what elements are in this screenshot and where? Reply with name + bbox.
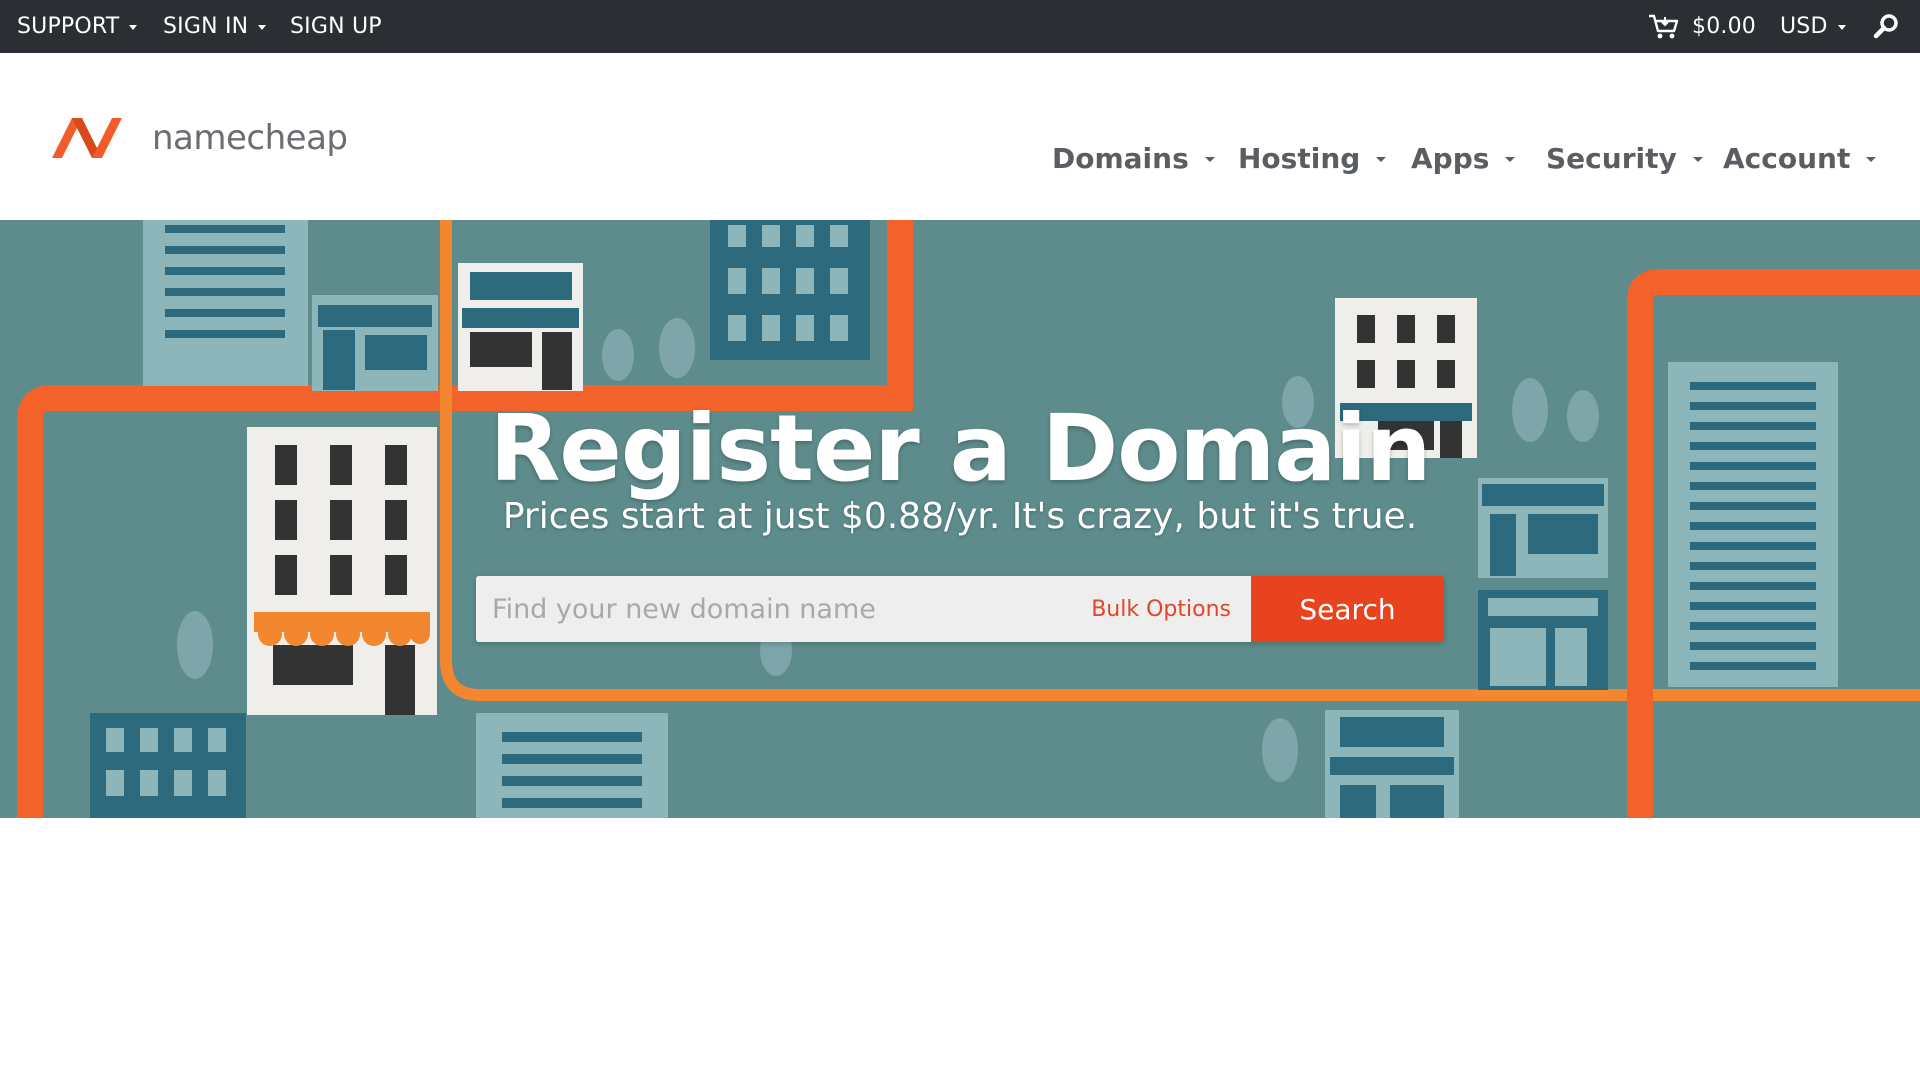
search-toggle[interactable]: [1872, 0, 1900, 53]
search-icon: [1872, 13, 1900, 41]
domain-search-form: Bulk Options Search: [476, 576, 1444, 642]
sign-in-menu[interactable]: SIGN IN: [163, 0, 267, 53]
main-header: namecheap Domains Hosting Apps Security …: [0, 53, 1920, 220]
sign-up-label: SIGN UP: [290, 14, 382, 39]
namecheap-logo-text: namecheap: [152, 118, 348, 158]
chevron-down-icon: [1204, 156, 1215, 162]
chevron-down-icon: [258, 25, 267, 30]
sign-up-link[interactable]: SIGN UP: [290, 0, 382, 53]
support-menu[interactable]: SUPPORT: [17, 0, 138, 53]
chevron-down-icon: [1692, 156, 1703, 162]
chevron-down-icon: [1866, 156, 1877, 162]
nav-security[interactable]: Security: [1546, 133, 1703, 183]
hero-subtitle: Prices start at just $0.88/yr. It's craz…: [502, 496, 1418, 537]
nav-security-label: Security: [1546, 141, 1677, 175]
domain-search-input[interactable]: [476, 576, 1076, 642]
cart-link[interactable]: $0.00: [1648, 0, 1756, 53]
nav-apps[interactable]: Apps: [1411, 133, 1516, 183]
cart-icon: [1648, 13, 1680, 41]
nav-domains-label: Domains: [1052, 141, 1189, 175]
namecheap-logo-mark: [48, 110, 140, 166]
hero-banner: Register a Domain Prices start at just $…: [0, 220, 1920, 818]
namecheap-logo[interactable]: namecheap: [48, 108, 348, 168]
search-button[interactable]: Search: [1251, 576, 1444, 642]
support-label: SUPPORT: [17, 14, 120, 39]
currency-label: USD: [1780, 14, 1828, 39]
currency-selector[interactable]: USD: [1780, 0, 1846, 53]
chevron-down-icon: [1376, 156, 1387, 162]
sign-in-label: SIGN IN: [163, 14, 249, 39]
utility-bar: SUPPORT SIGN IN SIGN UP $0.00 USD: [0, 0, 1920, 53]
chevron-down-icon: [1837, 25, 1846, 30]
chevron-down-icon: [129, 25, 138, 30]
bulk-options-link[interactable]: Bulk Options: [1091, 576, 1231, 642]
domain-search-field-wrapper: Bulk Options: [476, 576, 1251, 642]
cart-total: $0.00: [1692, 14, 1756, 39]
nav-domains[interactable]: Domains: [1052, 133, 1215, 183]
nav-account-label: Account: [1723, 141, 1851, 175]
nav-apps-label: Apps: [1411, 141, 1490, 175]
nav-hosting[interactable]: Hosting: [1238, 133, 1387, 183]
hero-title: Register a Domain: [489, 395, 1432, 502]
chevron-down-icon: [1505, 156, 1516, 162]
nav-hosting-label: Hosting: [1238, 141, 1361, 175]
nav-account[interactable]: Account: [1723, 133, 1877, 183]
